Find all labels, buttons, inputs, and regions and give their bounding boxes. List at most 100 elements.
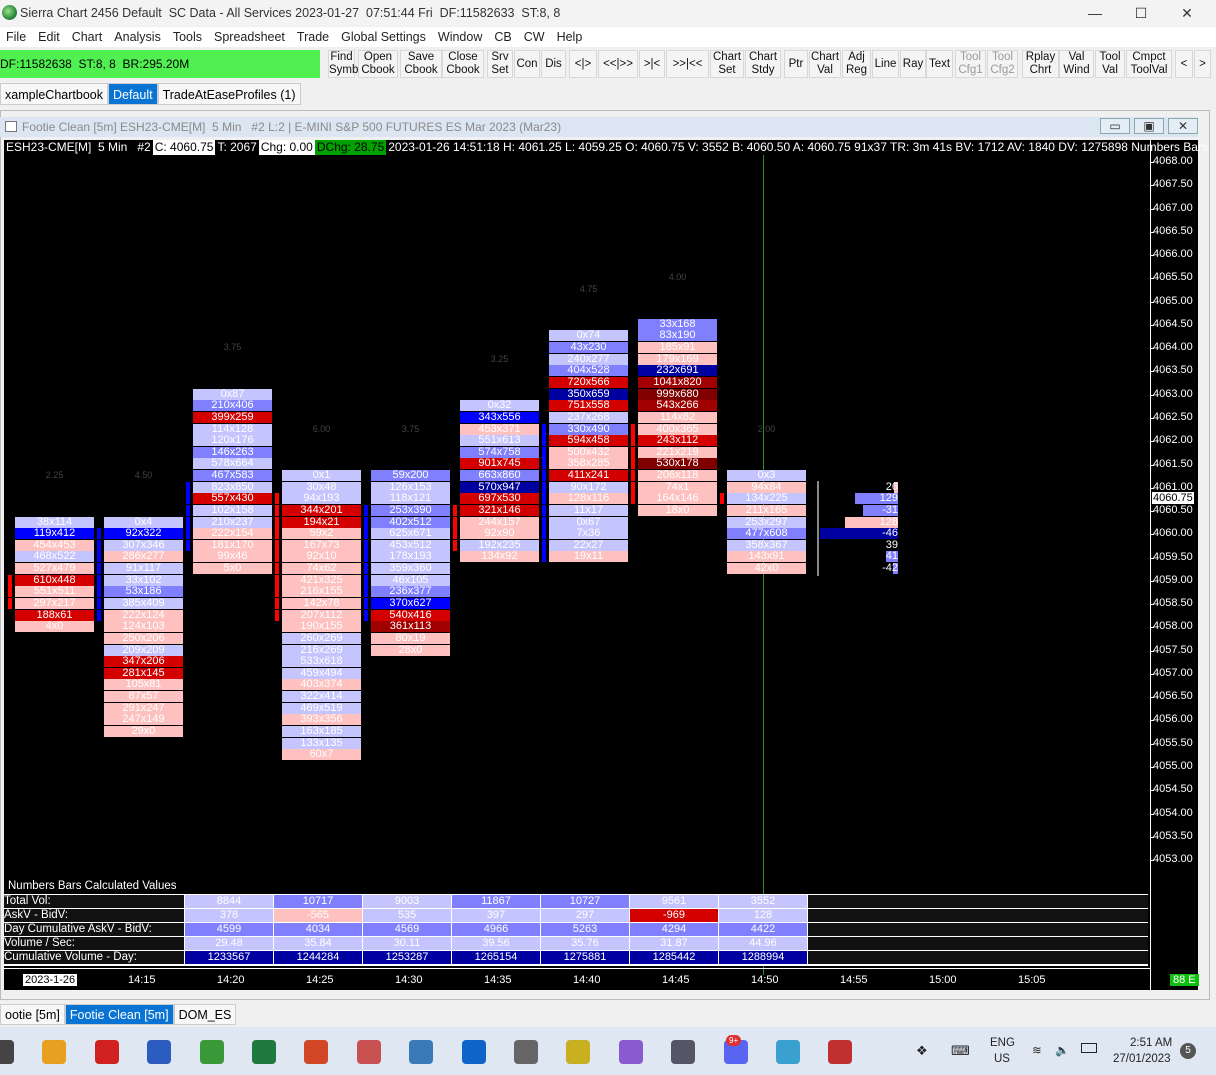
close-button[interactable]: ✕ — [1164, 0, 1210, 26]
toolbar-button-text[interactable]: Text — [926, 50, 953, 78]
remote-desktop-icon[interactable] — [776, 1040, 800, 1064]
toolbar-button-[interactable]: >>|<< — [666, 50, 709, 78]
powerpoint-icon[interactable] — [304, 1040, 329, 1064]
menu-spreadsheet[interactable]: Spreadsheet — [208, 30, 291, 44]
toolbar-button-[interactable]: <<|>> — [598, 50, 638, 78]
menu-help[interactable]: Help — [551, 30, 589, 44]
toolbar-button-adjreg[interactable]: Adj Reg — [842, 50, 871, 78]
chart-window-title[interactable]: Footie Clean [5m] ESH23-CME[M] 5 Min #2 … — [0, 117, 1198, 137]
outlook-icon[interactable] — [461, 1040, 486, 1064]
clipchamp-icon[interactable] — [618, 1040, 643, 1064]
menu-chart[interactable]: Chart — [66, 30, 109, 44]
toolbar-button-closecbook[interactable]: Close Cbook — [442, 50, 484, 78]
photos-icon[interactable] — [566, 1040, 591, 1064]
toolbar-button-findsymb[interactable]: Find Symb — [328, 50, 359, 78]
imbalance-marker — [275, 551, 279, 563]
keyboard-icon[interactable]: ⌨ — [951, 1043, 970, 1059]
maximize-button[interactable]: ☐ — [1118, 0, 1164, 26]
time-axis-label: 15:00 — [929, 974, 957, 986]
file-explorer-icon[interactable] — [0, 1040, 14, 1064]
toolbar-button-rplaychrt[interactable]: Rplay Chrt — [1022, 50, 1059, 78]
chart-tab[interactable]: Footie Clean [5m] — [64, 1004, 174, 1025]
price-tick-mark — [1151, 348, 1154, 350]
chart-tab[interactable]: ootie [5m] — [0, 1004, 65, 1025]
language-line1[interactable]: ENG — [990, 1037, 1015, 1049]
menu-file[interactable]: File — [0, 30, 32, 44]
menu-cw[interactable]: CW — [518, 30, 551, 44]
toolbar-button-con[interactable]: Con — [514, 50, 540, 78]
toolbar-button-ray[interactable]: Ray — [900, 50, 926, 78]
toolbar-button-chartval[interactable]: Chart Val — [809, 50, 841, 78]
chrome-icon[interactable] — [42, 1040, 67, 1064]
button-label-line1: Rplay — [1025, 51, 1056, 63]
toolbar-button-[interactable]: >|< — [639, 50, 665, 78]
calculator-icon[interactable] — [514, 1040, 538, 1064]
footprint-cell: 557x430 — [193, 493, 272, 505]
menu-tools[interactable]: Tools — [167, 30, 208, 44]
imbalance-marker — [186, 539, 190, 551]
toolbar-button-opencbook[interactable]: Open Cbook — [358, 50, 398, 78]
chart-tab[interactable]: DOM_ES — [173, 1004, 237, 1025]
word-icon[interactable] — [147, 1040, 172, 1064]
chart-minimize-button[interactable]: ▭ — [1100, 118, 1130, 134]
imbalance-marker — [364, 609, 368, 621]
toolbar-button-srvset[interactable]: Srv Set — [487, 50, 513, 78]
study-cell: 4422 — [719, 923, 807, 936]
wifi-icon[interactable]: ≋ — [1032, 1043, 1042, 1057]
toolbar-button-[interactable]: <|> — [569, 50, 597, 78]
menu-edit[interactable]: Edit — [32, 30, 66, 44]
app-icon[interactable] — [828, 1040, 853, 1064]
footprint-cell: 459x494 — [282, 667, 361, 679]
toolbar-button-toolcfg2[interactable]: Tool Cfg2 — [987, 50, 1018, 78]
chart-restore-button[interactable]: ▣ — [1134, 118, 1164, 134]
chartbook-tab[interactable]: xampleChartbook — [0, 83, 108, 105]
footprint-cell: 164x146 — [638, 493, 717, 505]
chart-close-button[interactable]: ✕ — [1168, 118, 1198, 134]
toolbar-button-line[interactable]: Line — [872, 50, 899, 78]
footprint-cell: 358x285 — [549, 458, 628, 470]
menu-window[interactable]: Window — [432, 30, 488, 44]
toolbar-button-dis[interactable]: Dis — [541, 50, 566, 78]
button-label-line2: Symb — [329, 64, 359, 76]
toolbar-button-toolval[interactable]: Tool Val — [1095, 50, 1125, 78]
toolbar-button-toolcfg1[interactable]: Tool Cfg1 — [955, 50, 986, 78]
chartbook-tab[interactable]: TradeAtEaseProfiles (1) — [157, 83, 301, 105]
time-axis-label: 14:45 — [662, 974, 690, 986]
clock-time[interactable]: 2:51 AM — [1130, 1037, 1172, 1049]
menu-global-settings[interactable]: Global Settings — [335, 30, 432, 44]
toolbar-button-chartset[interactable]: Chart Set — [710, 50, 744, 78]
footprint-cell: 240x277 — [549, 353, 628, 365]
notification-badge[interactable]: 5 — [1180, 1043, 1196, 1059]
menu-cb[interactable]: CB — [488, 30, 517, 44]
imbalance-marker — [275, 598, 279, 609]
chartbook-tab[interactable]: Default — [107, 83, 158, 105]
footprint-cell: 751x558 — [549, 400, 628, 412]
menu-analysis[interactable]: Analysis — [108, 30, 167, 44]
study-cell: 11867 — [452, 895, 540, 908]
volume-icon[interactable]: 🔈 — [1055, 1043, 1069, 1057]
snipping-tool-icon[interactable] — [356, 1040, 381, 1064]
imbalance-marker — [97, 586, 101, 598]
price-tick-mark — [1151, 208, 1154, 210]
minimize-button[interactable]: — — [1072, 0, 1118, 26]
toolbar-button-valwind[interactable]: Val Wind — [1059, 50, 1094, 78]
menu-trade[interactable]: Trade — [291, 30, 335, 44]
toolbar-button-cmpcttoolval[interactable]: Cmpct ToolVal — [1126, 50, 1172, 78]
toolbar-button-savecbook[interactable]: Save Cbook — [400, 50, 442, 78]
sierra-chart-icon[interactable] — [94, 1040, 119, 1064]
notepad-icon[interactable] — [409, 1040, 434, 1064]
battery-icon[interactable] — [1081, 1043, 1097, 1053]
toolbar-button-[interactable]: > — [1194, 50, 1211, 78]
dropbox-icon[interactable]: ❖ — [916, 1043, 928, 1059]
footprint-cell: 134x92 — [460, 551, 539, 563]
globe-icon[interactable] — [199, 1040, 224, 1064]
toolbar-button-ptr[interactable]: Ptr — [784, 50, 808, 78]
language-line2[interactable]: US — [994, 1053, 1010, 1065]
excel-icon[interactable] — [252, 1040, 276, 1064]
toolbar-button-chartstdy[interactable]: Chart Stdy — [745, 50, 781, 78]
price-tick-mark — [1151, 417, 1154, 419]
clock-date[interactable]: 27/01/2023 — [1113, 1053, 1171, 1065]
price-tick-mark — [1151, 790, 1154, 792]
settings-icon[interactable] — [671, 1040, 696, 1064]
toolbar-button-[interactable]: < — [1175, 50, 1193, 78]
